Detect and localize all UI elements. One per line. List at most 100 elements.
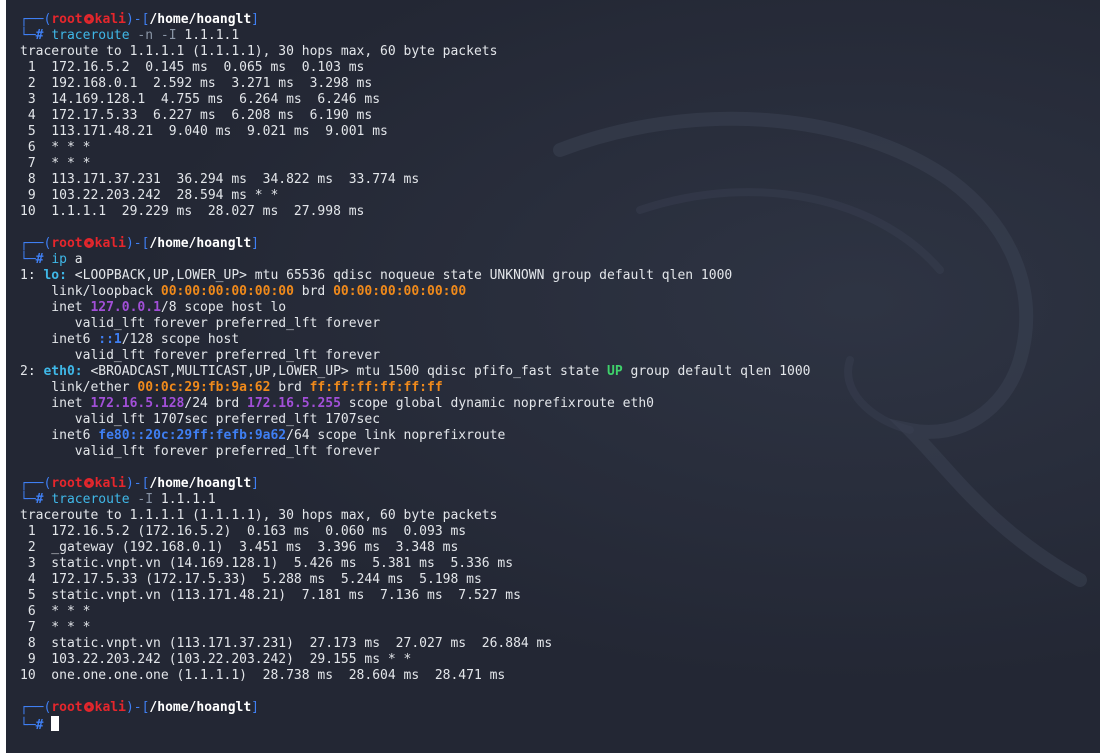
ipv4-broadcast: 172.16.5.255 [247, 396, 341, 411]
hop-line: 2 192.168.0.1 2.592 ms 3.271 ms 3.298 ms [20, 76, 373, 91]
hop-line: 1 172.16.5.2 0.145 ms 0.065 ms 0.103 ms [20, 60, 365, 75]
prompt-frame: ┌──( [20, 236, 52, 251]
inet6-scope: /128 scope host [121, 332, 240, 347]
prompt-hash: # [35, 492, 44, 507]
valid-lft-line: valid_lft forever preferred_lft forever [20, 444, 381, 459]
prompt-user: root [51, 12, 83, 27]
inet6-line: inet6 fe80::20c:29ff:fefb:9a62/64 scope … [20, 428, 1100, 444]
hop-line: 6 * * * [20, 140, 91, 155]
prompt-host: kali [94, 700, 126, 715]
command-argument: a [66, 252, 83, 267]
prompt-frame: )-[ [125, 476, 150, 491]
hop-line: 1 172.16.5.2 (172.16.5.2) 0.163 ms 0.060… [20, 524, 467, 539]
prompt-frame: └─ [20, 252, 36, 267]
prompt-path: /home/hoanglt [149, 700, 252, 715]
output-header: traceroute to 1.1.1.1 (1.1.1.1), 30 hops… [20, 44, 498, 59]
hop-line: 7 * * * [20, 620, 91, 635]
prompt-hash: # [35, 252, 44, 267]
skull-icon [83, 478, 94, 488]
hop-line: 8 113.171.37.231 36.294 ms 34.822 ms 33.… [20, 172, 420, 187]
prompt-user: root [51, 476, 83, 491]
iface-index: 2: [20, 364, 44, 379]
ipv4-address: 127.0.0.1 [90, 300, 161, 315]
prompt-path: /home/hoanglt [149, 12, 252, 27]
hop-line: 9 103.22.203.242 (103.22.203.242) 29.155… [20, 652, 412, 667]
prompt-hash: # [35, 718, 44, 733]
inet6-label: inet6 [20, 428, 99, 443]
hop-line: 4 172.17.5.33 6.227 ms 6.208 ms 6.190 ms [20, 108, 373, 123]
iface-lo-line: 1: lo: <LOOPBACK,UP,LOWER_UP> mtu 65536 … [20, 268, 1100, 284]
inet-label: inet [20, 300, 91, 315]
output-header: traceroute to 1.1.1.1 (1.1.1.1), 30 hops… [20, 508, 498, 523]
prompt-hash: # [35, 28, 44, 43]
command-line: └─# ip a [20, 252, 1100, 268]
inet-scope: /8 scope host lo [160, 300, 287, 315]
iface-index: 1: [20, 268, 44, 283]
prompt-user: root [51, 700, 83, 715]
mac-broadcast: ff:ff:ff:ff:ff:ff [309, 380, 443, 395]
command-line: └─# traceroute -I 1.1.1.1 [20, 492, 1100, 508]
link-line: link/loopback 00:00:00:00:00:00 brd 00:0… [20, 284, 1100, 300]
prompt-host: kali [94, 12, 126, 27]
prompt-path: /home/hoanglt [149, 236, 252, 251]
ipv4-address: 172.16.5.128 [90, 396, 185, 411]
prompt-frame: ┌──( [20, 12, 52, 27]
prompt-frame: ┌──( [20, 700, 52, 715]
inet-scope: scope global dynamic noprefixroute eth0 [340, 396, 654, 411]
inet6-line: inet6 ::1/128 scope host [20, 332, 1100, 348]
mac-broadcast: 00:00:00:00:00:00 [333, 284, 467, 299]
iface-name: lo: [43, 268, 67, 283]
iface-group: group default qlen 1000 [622, 364, 811, 379]
prompt-path: /home/hoanglt [149, 476, 252, 491]
inet6-label: inet6 [20, 332, 99, 347]
inet-prefix: /24 brd [184, 396, 247, 411]
link-line: link/ether 00:0c:29:fb:9a:62 brd ff:ff:f… [20, 380, 1100, 396]
prompt-frame: ] [251, 700, 259, 715]
brd-label: brd [270, 380, 310, 395]
ipv6-address: fe80::20c:29ff:fefb:9a62 [98, 428, 287, 443]
window-edge [0, 0, 6, 753]
prompt-frame: )-[ [125, 700, 150, 715]
inet-label: inet [20, 396, 91, 411]
skull-icon [83, 238, 94, 248]
iface-flags: <LOOPBACK,UP,LOWER_UP> mtu 65536 qdisc n… [66, 268, 733, 283]
hop-line: 10 1.1.1.1 29.229 ms 28.027 ms 27.998 ms [20, 204, 365, 219]
skull-icon [83, 702, 94, 712]
command-argument: 1.1.1.1 [176, 28, 240, 43]
mac-address: 00:00:00:00:00:00 [160, 284, 294, 299]
terminal-window[interactable]: ┌──(root kali)-[/home/hoanglt] └─# tracer… [0, 0, 1100, 753]
hop-line: 3 static.vnpt.vn (14.169.128.1) 5.426 ms… [20, 556, 514, 571]
prompt-host: kali [94, 236, 126, 251]
prompt-frame: └─ [20, 28, 36, 43]
hop-line: 10 one.one.one.one (1.1.1.1) 28.738 ms 2… [20, 668, 506, 683]
link-label: link/ether [20, 380, 138, 395]
valid-lft-line: valid_lft forever preferred_lft forever [20, 348, 381, 363]
text-cursor[interactable] [51, 716, 60, 731]
hop-line: 2 _gateway (192.168.0.1) 3.451 ms 3.396 … [20, 540, 459, 555]
command-options: -I [129, 492, 154, 507]
iface-state: UP [607, 364, 623, 379]
prompt-frame: ] [251, 236, 259, 251]
prompt-line: ┌──(root kali)-[/home/hoanglt] [20, 12, 1100, 28]
prompt-frame: ┌──( [20, 476, 52, 491]
skull-icon [83, 14, 94, 24]
brd-label: brd [293, 284, 334, 299]
ipv6-address: ::1 [98, 332, 122, 347]
hop-line: 3 14.169.128.1 4.755 ms 6.264 ms 6.246 m… [20, 92, 381, 107]
hop-line: 9 103.22.203.242 28.594 ms * * [20, 188, 279, 203]
inet6-scope: /64 scope link noprefixroute [286, 428, 506, 443]
valid-lft-line: valid_lft 1707sec preferred_lft 1707sec [20, 412, 381, 427]
command-line: └─# traceroute -n -I 1.1.1.1 [20, 28, 1100, 44]
mac-address: 00:0c:29:fb:9a:62 [137, 380, 271, 395]
command-argument: 1.1.1.1 [153, 492, 216, 507]
iface-name: eth0: [43, 364, 83, 379]
command-name: traceroute [51, 492, 130, 507]
prompt-line: ┌──(root kali)-[/home/hoanglt] [20, 700, 1100, 716]
command-input-line[interactable]: └─# [20, 716, 1100, 733]
command-options: -n -I [129, 28, 177, 43]
prompt-frame: )-[ [125, 236, 150, 251]
prompt-frame: ] [251, 12, 259, 27]
command-name: traceroute [51, 28, 130, 43]
